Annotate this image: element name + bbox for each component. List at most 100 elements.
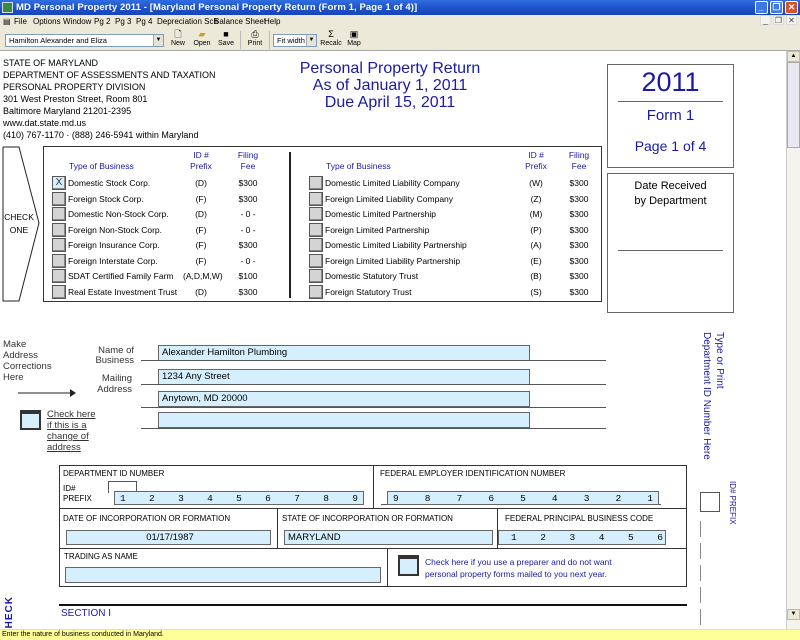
address-line1-input[interactable]: 1234 Any Street — [158, 369, 530, 385]
business-name-input[interactable]: Alexander Hamilton Plumbing — [158, 345, 530, 361]
menu-help[interactable]: Help — [264, 15, 280, 28]
side-id-prefix-label: ID# PREFIX — [728, 481, 737, 525]
business-type-fee: $100 — [238, 271, 258, 281]
business-type-checkbox[interactable] — [52, 269, 66, 283]
mdi-close-button[interactable]: ✕ — [786, 15, 797, 25]
close-button[interactable]: ✕ — [785, 1, 798, 14]
vertical-scrollbar[interactable]: ▲ ▼ — [786, 51, 800, 629]
scroll-down-button[interactable]: ▼ — [787, 609, 800, 620]
new-label: New — [170, 40, 185, 47]
menu-pg3[interactable]: Pg 3 — [115, 15, 131, 28]
business-type-checkbox[interactable] — [309, 269, 323, 283]
sigma-icon: Σ — [328, 29, 334, 39]
business-type-checkbox[interactable] — [309, 191, 323, 206]
business-type-fee: $300 — [238, 193, 258, 204]
date-incorporation-input[interactable]: 01/17/1987 — [66, 530, 271, 545]
business-type-checkbox[interactable] — [309, 284, 323, 299]
agency-line: Baltimore Maryland 21201-2395 — [3, 106, 132, 116]
note-line: Address — [3, 350, 38, 361]
business-type-checkbox[interactable] — [52, 253, 66, 268]
label-line: PREFIX — [63, 494, 92, 503]
scroll-up-button[interactable]: ▲ — [787, 51, 800, 62]
digit: 3 — [178, 493, 184, 504]
toolbar-separator — [269, 31, 270, 49]
business-type-checkbox[interactable] — [52, 207, 66, 221]
menu-depreciation-sch[interactable]: Depreciation Sch — [157, 15, 218, 28]
business-type-prefix: (S) — [530, 286, 542, 297]
doc-icon[interactable]: ▤ — [3, 15, 11, 28]
name-of-business-label: Name of Business — [82, 346, 134, 366]
recalc-button[interactable]: Σ Recalc — [319, 29, 343, 47]
principal-business-code-input[interactable]: 1 2 3 4 5 6 — [498, 530, 666, 545]
change-of-address-checkbox[interactable] — [20, 410, 41, 430]
check-one-text: CHECK — [4, 212, 34, 222]
business-type-checkbox[interactable] — [309, 207, 323, 221]
dept-id-input[interactable]: 1 2 3 4 5 6 7 8 9 — [114, 491, 364, 505]
business-type-name: Domestic Limited Partnership — [325, 209, 437, 219]
business-type-checkbox[interactable] — [309, 253, 323, 268]
business-type-checkbox[interactable] — [309, 238, 323, 252]
business-type-name: Foreign Stock Corp. — [68, 193, 144, 204]
zoom-select[interactable]: Fit width ▼ — [273, 34, 317, 47]
label-line: if this is a — [47, 420, 87, 431]
business-type-checkbox[interactable] — [309, 222, 323, 237]
mdi-minimize-button[interactable]: _ — [760, 15, 771, 25]
business-type-prefix: (D) — [195, 209, 207, 219]
digit: 3 — [569, 532, 576, 543]
business-type-checkbox[interactable] — [52, 222, 66, 237]
client-select[interactable]: Hamilton Alexander and Eliza ▼ — [5, 34, 164, 47]
business-type-name: Foreign Limited Liability Company — [325, 193, 454, 204]
business-type-prefix: (A,D,M,W) — [183, 271, 223, 281]
floppy-disk-icon: ■ — [223, 29, 229, 39]
state-incorporation-input[interactable]: MARYLAND — [284, 530, 493, 545]
preparer-checkbox[interactable] — [398, 555, 419, 576]
zoom-select-value: Fit width — [277, 36, 305, 45]
menu-options[interactable]: Options — [33, 15, 61, 28]
print-label: Print — [247, 40, 263, 47]
map-label: Map — [347, 40, 361, 47]
menu-window[interactable]: Window — [63, 15, 91, 28]
business-type-prefix: (F) — [195, 224, 207, 235]
menu-pg2[interactable]: Pg 2 — [94, 15, 110, 28]
business-type-name: Domestic Stock Corp. — [68, 178, 151, 188]
side-id-prefix-box[interactable] — [700, 492, 720, 512]
new-button[interactable]: 🗋 New — [166, 29, 190, 47]
mailing-address-label: Mailing Address — [82, 373, 132, 395]
business-type-prefix: (Z) — [530, 193, 542, 204]
address-line3-input[interactable] — [158, 412, 530, 428]
map-button[interactable]: ▣ Map — [342, 29, 366, 47]
chevron-down-icon[interactable]: ▼ — [153, 35, 163, 46]
label-line: Check here if you use a preparer and do … — [425, 557, 612, 567]
restore-button[interactable]: ❐ — [770, 1, 783, 14]
menu-pg4[interactable]: Pg 4 — [136, 15, 152, 28]
label-line: personal property forms mailed to you ne… — [425, 569, 607, 579]
chevron-down-icon[interactable]: ▼ — [306, 35, 316, 46]
agency-header: STATE OF MARYLAND DEPARTMENT OF ASSESSME… — [3, 57, 216, 141]
business-type-checkbox[interactable] — [309, 176, 323, 190]
business-type-fee: $300 — [569, 209, 589, 219]
save-button[interactable]: ■ Save — [214, 29, 238, 47]
business-type-checkbox[interactable] — [52, 238, 66, 252]
trading-as-input[interactable] — [65, 567, 381, 583]
address-line2-input[interactable]: Anytown, MD 20000 — [158, 391, 530, 407]
business-type-checkbox[interactable]: X — [52, 176, 66, 190]
print-button[interactable]: ⎙ Print — [243, 29, 267, 47]
digit: 7 — [294, 493, 300, 504]
menu-file[interactable]: File — [14, 15, 27, 28]
recalc-label: Recalc — [320, 40, 342, 47]
divider — [373, 465, 374, 508]
note-line: Make — [3, 339, 27, 350]
signature-line — [618, 250, 723, 251]
mdi-restore-button[interactable]: ❐ — [773, 15, 784, 25]
business-type-checkbox[interactable] — [52, 191, 66, 206]
minimize-button[interactable]: _ — [755, 1, 768, 14]
fein-input[interactable]: 9 8 7 6 5 4 3 2 1 — [387, 491, 659, 505]
open-button[interactable]: ▰ Open — [190, 29, 214, 47]
change-of-address-label[interactable]: Check here if this is a change of addres… — [47, 409, 96, 453]
business-type-fee: - 0 - — [240, 224, 256, 235]
menu-balance-sheet[interactable]: Balance Sheet — [214, 15, 266, 28]
business-type-name: Foreign Limited Partnership — [325, 224, 430, 235]
digit: 3 — [583, 493, 590, 504]
business-type-checkbox[interactable] — [52, 284, 66, 299]
scroll-thumb[interactable] — [787, 62, 800, 148]
